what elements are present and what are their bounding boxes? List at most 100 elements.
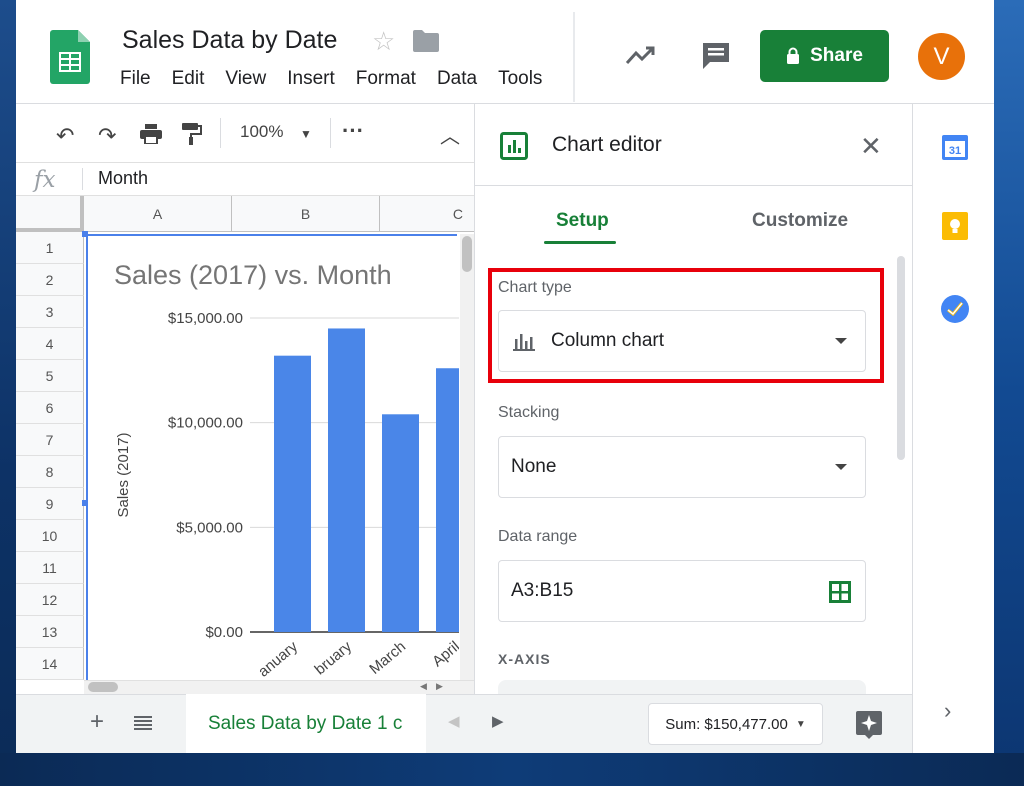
chart-y-tick-label: $5,000.00	[176, 519, 243, 536]
x-axis-field[interactable]	[498, 680, 866, 694]
row-header[interactable]: 9	[16, 488, 84, 520]
document-title[interactable]: Sales Data by Date	[122, 26, 337, 55]
add-sheet-icon[interactable]: +	[90, 708, 104, 736]
column-header-c[interactable]: C	[380, 196, 474, 232]
select-all-corner[interactable]	[16, 196, 84, 232]
all-sheets-icon[interactable]	[134, 716, 152, 730]
zoom-caret-icon[interactable]: ▼	[300, 127, 312, 141]
menu-format[interactable]: Format	[356, 68, 416, 90]
vertical-scrollbar[interactable]	[460, 234, 474, 680]
chart-bar	[274, 355, 311, 632]
share-button[interactable]: Share	[760, 30, 889, 82]
redo-icon[interactable]: ↷	[98, 123, 116, 149]
desktop-background-left	[0, 0, 16, 786]
formula-input[interactable]: Month	[98, 168, 148, 189]
svg-text:31: 31	[949, 145, 961, 157]
chart-y-axis-label: Sales (2017)	[115, 432, 132, 517]
menu-edit[interactable]: Edit	[172, 68, 205, 90]
sheet-tab-active[interactable]: Sales Data by Date 1 c	[186, 694, 426, 753]
column-header-b[interactable]: B	[232, 196, 380, 232]
menu-insert[interactable]: Insert	[287, 68, 335, 90]
chart-bar	[436, 368, 473, 632]
calendar-icon[interactable]: 31	[942, 132, 968, 160]
menu-file[interactable]: File	[120, 68, 151, 90]
sum-value: Sum: $150,477.00	[665, 715, 788, 733]
row-header[interactable]: 11	[16, 552, 84, 584]
chart-resize-handle[interactable]	[82, 231, 88, 237]
chart-resize-handle[interactable]	[82, 500, 88, 506]
tab-setup-underline	[544, 241, 616, 244]
row-header[interactable]: 5	[16, 360, 84, 392]
menu-bar: File Edit View Insert Format Data Tools	[120, 68, 563, 90]
toolbar-separator	[330, 118, 331, 148]
chart-y-tick-label: $0.00	[205, 624, 243, 641]
tab-setup[interactable]: Setup	[556, 210, 609, 232]
undo-icon[interactable]: ↶	[56, 123, 74, 149]
x-axis-section-label: X-AXIS	[498, 651, 551, 667]
sum-dropdown[interactable]: Sum: $150,477.00 ▼	[648, 703, 823, 745]
row-header[interactable]: 14	[16, 648, 84, 680]
menu-tools[interactable]: Tools	[498, 68, 542, 90]
account-avatar[interactable]: V	[918, 33, 965, 80]
star-icon[interactable]: ☆	[372, 26, 395, 57]
collapse-icon[interactable]: ︿	[440, 120, 460, 149]
paint-format-icon[interactable]	[182, 123, 202, 145]
chart-bar	[382, 414, 419, 632]
horizontal-scrollbar[interactable]	[84, 680, 474, 694]
lock-icon	[787, 47, 800, 64]
print-icon[interactable]	[140, 124, 162, 144]
expand-side-panel-icon[interactable]: ›	[944, 698, 951, 724]
row-header[interactable]: 12	[16, 584, 84, 616]
editor-scrollbar[interactable]	[897, 256, 905, 460]
embedded-chart[interactable]: Sales (2017) vs. Month Sales (2017) $15,00…	[86, 234, 473, 681]
toolbar-separator	[220, 118, 221, 148]
scroll-left-icon[interactable]: ◀	[420, 681, 427, 692]
row-header[interactable]: 6	[16, 392, 84, 424]
tasks-icon[interactable]	[940, 294, 970, 324]
scroll-right-icon[interactable]: ▶	[436, 681, 443, 692]
row-header[interactable]: 10	[16, 520, 84, 552]
zoom-select[interactable]: 100%	[240, 122, 283, 142]
stacking-select[interactable]: None	[498, 436, 866, 498]
side-panel	[912, 104, 994, 753]
scroll-tabs-right-icon[interactable]: ▶	[492, 712, 504, 730]
chevron-down-icon	[835, 464, 847, 470]
menu-view[interactable]: View	[225, 68, 266, 90]
scroll-tabs-left-icon[interactable]: ◀	[448, 712, 460, 730]
desktop-background-bottom	[0, 753, 1024, 786]
chart-x-tick-label: anuary	[255, 638, 301, 681]
share-label: Share	[810, 45, 863, 66]
keep-icon[interactable]	[942, 212, 968, 240]
data-range-label: Data range	[498, 528, 578, 545]
chart-svg: Sales (2017) vs. Month Sales (2017) $15,00…	[114, 260, 473, 681]
sheets-window: Sales Data by Date ☆ File Edit View Inse…	[16, 0, 994, 753]
horizontal-scroll-thumb[interactable]	[88, 682, 118, 692]
row-header[interactable]: 8	[16, 456, 84, 488]
sheets-logo-icon[interactable]	[50, 30, 90, 84]
row-header[interactable]: 2	[16, 264, 84, 296]
chart-x-tick-label: March	[366, 638, 409, 678]
chart-editor-title: Chart editor	[552, 133, 662, 156]
formula-separator	[82, 168, 83, 190]
row-header[interactable]: 7	[16, 424, 84, 456]
folder-icon[interactable]	[413, 30, 439, 52]
close-icon[interactable]: ✕	[860, 131, 882, 162]
select-range-icon[interactable]	[829, 581, 851, 603]
data-range-input[interactable]: A3:B15	[498, 560, 866, 622]
tab-customize[interactable]: Customize	[752, 210, 848, 232]
toolbar: ↶ ↷ 100% ▼ ··· ︿	[16, 104, 474, 162]
explore-icon[interactable]	[856, 711, 882, 739]
vertical-scroll-thumb[interactable]	[462, 236, 472, 272]
explore-trend-icon[interactable]	[624, 40, 658, 70]
sum-caret-icon: ▼	[795, 718, 806, 730]
column-header-a[interactable]: A	[84, 196, 232, 232]
menu-data[interactable]: Data	[437, 68, 477, 90]
more-icon[interactable]: ···	[342, 118, 364, 144]
row-header[interactable]: 1	[16, 232, 84, 264]
chart-editor-icon	[500, 132, 528, 160]
row-header[interactable]: 4	[16, 328, 84, 360]
comment-icon[interactable]	[700, 40, 732, 72]
row-header[interactable]: 3	[16, 296, 84, 328]
header-divider	[573, 12, 575, 102]
row-header[interactable]: 13	[16, 616, 84, 648]
